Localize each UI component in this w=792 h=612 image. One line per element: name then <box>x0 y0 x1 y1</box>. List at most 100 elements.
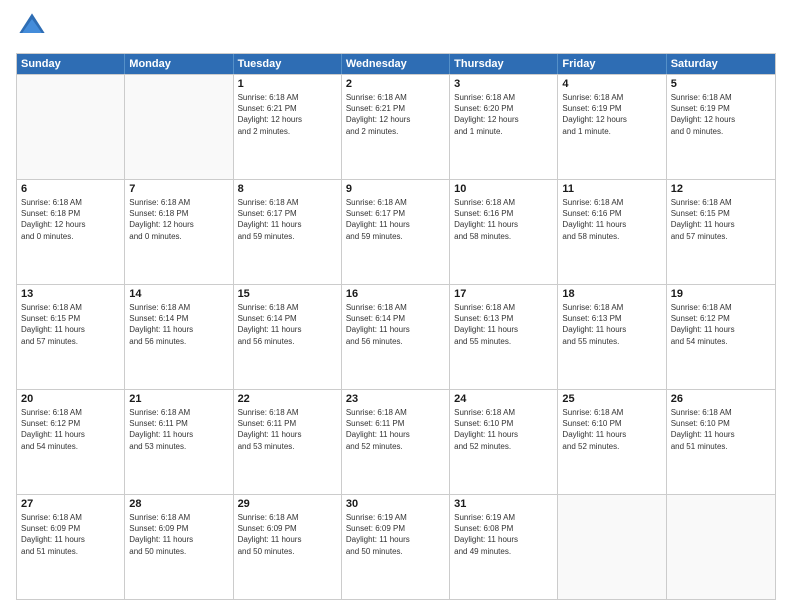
logo-icon <box>18 12 46 40</box>
day-header-saturday: Saturday <box>667 54 775 74</box>
calendar-cell: 28 Sunrise: 6:18 AM Sunset: 6:09 PM Dayli… <box>125 495 233 599</box>
day-info: Sunrise: 6:18 AM Sunset: 6:12 PM Dayligh… <box>671 302 771 347</box>
calendar-row: 1 Sunrise: 6:18 AM Sunset: 6:21 PM Daylig… <box>17 74 775 179</box>
day-number: 17 <box>454 288 553 300</box>
day-header-friday: Friday <box>558 54 666 74</box>
calendar-row: 13Sunrise: 6:18 AM Sunset: 6:15 PM Dayli… <box>17 284 775 389</box>
calendar-cell <box>125 75 233 179</box>
calendar-cell: 24 Sunrise: 6:18 AM Sunset: 6:10 PM Dayli… <box>450 390 558 494</box>
day-number: 16 <box>346 288 445 300</box>
calendar-cell: 2 Sunrise: 6:18 AM Sunset: 6:21 PM Daylig… <box>342 75 450 179</box>
calendar-cell: 25Sunrise: 6:18 AM Sunset: 6:10 PM Dayli… <box>558 390 666 494</box>
day-header-sunday: Sunday <box>17 54 125 74</box>
day-number: 27 <box>21 498 120 510</box>
calendar-cell: 21Sunrise: 6:18 AM Sunset: 6:11 PM Dayli… <box>125 390 233 494</box>
day-number: 18 <box>562 288 661 300</box>
day-info: Sunrise: 6:18 AM Sunset: 6:21 PM Dayligh… <box>346 92 445 137</box>
calendar-cell: 18 Sunrise: 6:18 AM Sunset: 6:13 PM Dayli… <box>558 285 666 389</box>
calendar-cell: 4 Sunrise: 6:18 AM Sunset: 6:19 PM Daylig… <box>558 75 666 179</box>
day-number: 9 <box>346 183 445 195</box>
day-info: Sunrise: 6:18 AM Sunset: 6:09 PM Dayligh… <box>238 512 337 557</box>
day-header-monday: Monday <box>125 54 233 74</box>
day-info: Sunrise: 6:18 AM Sunset: 6:09 PM Dayligh… <box>129 512 228 557</box>
calendar-cell: 23Sunrise: 6:18 AM Sunset: 6:11 PM Dayli… <box>342 390 450 494</box>
calendar-cell <box>667 495 775 599</box>
calendar-cell: 13Sunrise: 6:18 AM Sunset: 6:15 PM Dayli… <box>17 285 125 389</box>
day-info: Sunrise: 6:18 AM Sunset: 6:13 PM Dayligh… <box>562 302 661 347</box>
calendar-cell: 9 Sunrise: 6:18 AM Sunset: 6:17 PM Daylig… <box>342 180 450 284</box>
day-info: Sunrise: 6:18 AM Sunset: 6:17 PM Dayligh… <box>346 197 445 242</box>
calendar-cell: 17 Sunrise: 6:18 AM Sunset: 6:13 PM Dayli… <box>450 285 558 389</box>
day-info: Sunrise: 6:18 AM Sunset: 6:10 PM Dayligh… <box>671 407 771 452</box>
calendar-cell: 26 Sunrise: 6:18 AM Sunset: 6:10 PM Dayli… <box>667 390 775 494</box>
day-number: 2 <box>346 78 445 90</box>
calendar-cell: 8 Sunrise: 6:18 AM Sunset: 6:17 PM Daylig… <box>234 180 342 284</box>
calendar-cell: 30 Sunrise: 6:19 AM Sunset: 6:09 PM Dayli… <box>342 495 450 599</box>
calendar-cell: 29 Sunrise: 6:18 AM Sunset: 6:09 PM Dayli… <box>234 495 342 599</box>
day-number: 24 <box>454 393 553 405</box>
day-number: 29 <box>238 498 337 510</box>
day-number: 3 <box>454 78 553 90</box>
day-number: 30 <box>346 498 445 510</box>
day-info: Sunrise: 6:18 AM Sunset: 6:18 PM Dayligh… <box>129 197 228 242</box>
day-info: Sunrise: 6:18 AM Sunset: 6:14 PM Dayligh… <box>238 302 337 347</box>
day-info: Sunrise: 6:18 AM Sunset: 6:19 PM Dayligh… <box>562 92 661 137</box>
day-info: Sunrise: 6:18 AM Sunset: 6:13 PM Dayligh… <box>454 302 553 347</box>
day-number: 28 <box>129 498 228 510</box>
calendar-cell <box>558 495 666 599</box>
calendar-cell: 1 Sunrise: 6:18 AM Sunset: 6:21 PM Daylig… <box>234 75 342 179</box>
day-info: Sunrise: 6:18 AM Sunset: 6:19 PM Dayligh… <box>671 92 771 137</box>
calendar-header: SundayMondayTuesdayWednesdayThursdayFrid… <box>17 54 775 74</box>
calendar-cell: 10 Sunrise: 6:18 AM Sunset: 6:16 PM Dayli… <box>450 180 558 284</box>
day-number: 7 <box>129 183 228 195</box>
calendar-cell: 16 Sunrise: 6:18 AM Sunset: 6:14 PM Dayli… <box>342 285 450 389</box>
day-number: 11 <box>562 183 661 195</box>
day-number: 31 <box>454 498 553 510</box>
header <box>16 12 776 45</box>
day-info: Sunrise: 6:18 AM Sunset: 6:11 PM Dayligh… <box>129 407 228 452</box>
day-info: Sunrise: 6:19 AM Sunset: 6:09 PM Dayligh… <box>346 512 445 557</box>
calendar-row: 6 Sunrise: 6:18 AM Sunset: 6:18 PM Daylig… <box>17 179 775 284</box>
day-number: 20 <box>21 393 120 405</box>
day-number: 4 <box>562 78 661 90</box>
calendar-cell: 20 Sunrise: 6:18 AM Sunset: 6:12 PM Dayli… <box>17 390 125 494</box>
calendar-cell: 3 Sunrise: 6:18 AM Sunset: 6:20 PM Daylig… <box>450 75 558 179</box>
day-number: 12 <box>671 183 771 195</box>
day-number: 6 <box>21 183 120 195</box>
calendar-cell: 27Sunrise: 6:18 AM Sunset: 6:09 PM Dayli… <box>17 495 125 599</box>
day-header-wednesday: Wednesday <box>342 54 450 74</box>
day-info: Sunrise: 6:18 AM Sunset: 6:21 PM Dayligh… <box>238 92 337 137</box>
day-info: Sunrise: 6:19 AM Sunset: 6:08 PM Dayligh… <box>454 512 553 557</box>
day-info: Sunrise: 6:18 AM Sunset: 6:15 PM Dayligh… <box>671 197 771 242</box>
day-header-tuesday: Tuesday <box>234 54 342 74</box>
day-info: Sunrise: 6:18 AM Sunset: 6:16 PM Dayligh… <box>454 197 553 242</box>
day-number: 1 <box>238 78 337 90</box>
day-info: Sunrise: 6:18 AM Sunset: 6:10 PM Dayligh… <box>454 407 553 452</box>
day-info: Sunrise: 6:18 AM Sunset: 6:15 PM Dayligh… <box>21 302 120 347</box>
calendar-cell: 31 Sunrise: 6:19 AM Sunset: 6:08 PM Dayli… <box>450 495 558 599</box>
calendar-cell: 5Sunrise: 6:18 AM Sunset: 6:19 PM Daylig… <box>667 75 775 179</box>
day-number: 15 <box>238 288 337 300</box>
day-info: Sunrise: 6:18 AM Sunset: 6:12 PM Dayligh… <box>21 407 120 452</box>
calendar-cell: 7 Sunrise: 6:18 AM Sunset: 6:18 PM Daylig… <box>125 180 233 284</box>
day-number: 14 <box>129 288 228 300</box>
day-number: 19 <box>671 288 771 300</box>
calendar-cell: 14 Sunrise: 6:18 AM Sunset: 6:14 PM Dayli… <box>125 285 233 389</box>
day-info: Sunrise: 6:18 AM Sunset: 6:17 PM Dayligh… <box>238 197 337 242</box>
day-info: Sunrise: 6:18 AM Sunset: 6:14 PM Dayligh… <box>129 302 228 347</box>
day-number: 26 <box>671 393 771 405</box>
day-number: 10 <box>454 183 553 195</box>
day-number: 8 <box>238 183 337 195</box>
calendar-cell: 19 Sunrise: 6:18 AM Sunset: 6:12 PM Dayli… <box>667 285 775 389</box>
calendar-cell: 6Sunrise: 6:18 AM Sunset: 6:18 PM Daylig… <box>17 180 125 284</box>
day-number: 23 <box>346 393 445 405</box>
calendar-cell: 12 Sunrise: 6:18 AM Sunset: 6:15 PM Dayli… <box>667 180 775 284</box>
day-info: Sunrise: 6:18 AM Sunset: 6:11 PM Dayligh… <box>238 407 337 452</box>
calendar-cell <box>17 75 125 179</box>
day-info: Sunrise: 6:18 AM Sunset: 6:10 PM Dayligh… <box>562 407 661 452</box>
calendar-row: 20 Sunrise: 6:18 AM Sunset: 6:12 PM Dayli… <box>17 389 775 494</box>
day-info: Sunrise: 6:18 AM Sunset: 6:14 PM Dayligh… <box>346 302 445 347</box>
day-info: Sunrise: 6:18 AM Sunset: 6:20 PM Dayligh… <box>454 92 553 137</box>
day-info: Sunrise: 6:18 AM Sunset: 6:16 PM Dayligh… <box>562 197 661 242</box>
calendar-cell: 22Sunrise: 6:18 AM Sunset: 6:11 PM Dayli… <box>234 390 342 494</box>
